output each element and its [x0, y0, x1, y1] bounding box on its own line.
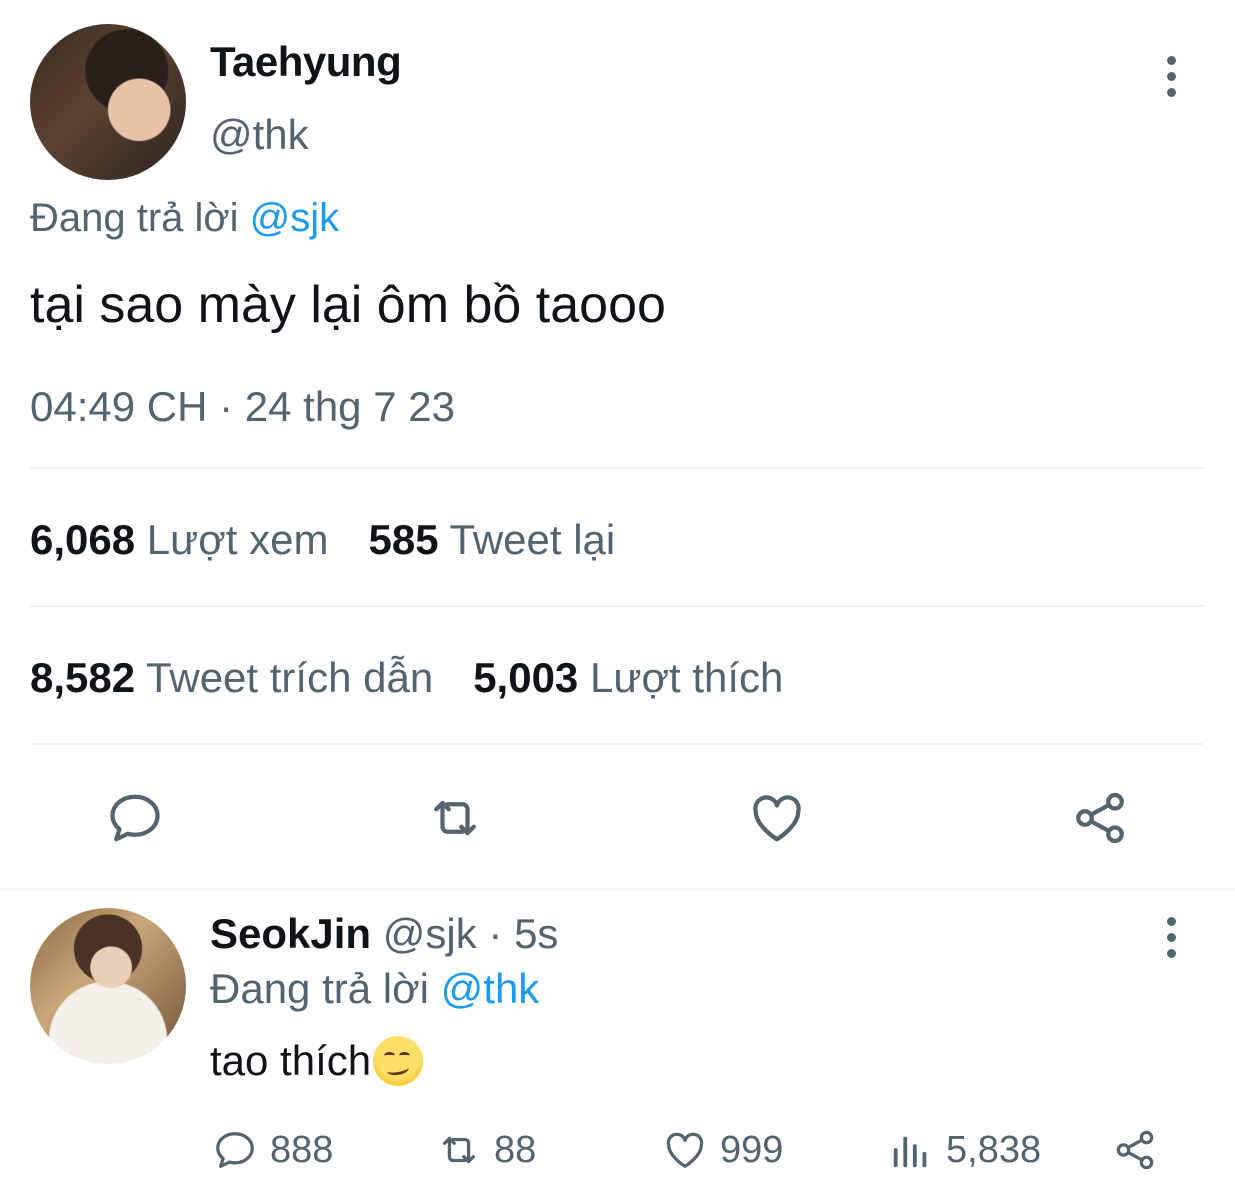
retweet-count: 88: [494, 1128, 537, 1171]
quotes-stat[interactable]: 8,582 Tweet trích dẫn: [30, 654, 433, 701]
reply-icon[interactable]: [105, 788, 165, 848]
like-action[interactable]: 999: [662, 1127, 783, 1173]
display-name[interactable]: Taehyung: [210, 38, 402, 86]
avatar-taehyung[interactable]: [30, 24, 186, 180]
user-handle[interactable]: @thk: [210, 111, 309, 159]
views-label: Lượt xem: [146, 516, 329, 563]
like-icon[interactable]: [747, 788, 807, 848]
replying-to-label: Đang trả lời: [210, 965, 429, 1012]
user-handle[interactable]: @sjk: [383, 910, 477, 957]
likes-count: 5,003: [473, 654, 579, 701]
tweet-timestamp[interactable]: 04:49 CH · 24 thg 7 23: [30, 383, 455, 431]
retweets-stat[interactable]: 585 Tweet lại: [368, 516, 615, 563]
views-action[interactable]: 5,838: [888, 1127, 1041, 1173]
share-icon: [1116, 1130, 1154, 1170]
divider: [30, 743, 1204, 745]
more-options-icon[interactable]: [1165, 917, 1177, 958]
quotes-count: 8,582: [30, 654, 136, 701]
reply-action[interactable]: 888: [212, 1127, 333, 1173]
display-name[interactable]: SeokJin: [210, 910, 371, 957]
time-ago[interactable]: 5s: [514, 910, 558, 957]
retweet-icon: [442, 1136, 476, 1164]
stats-row-views-retweets: 6,068 Lượt xem 585 Tweet lại: [30, 516, 615, 564]
tweet-text-content: tao thích: [210, 1037, 372, 1084]
replying-to-label: Đang trả lời: [30, 196, 239, 240]
reply-header: SeokJin @sjk · 5s: [210, 910, 558, 958]
retweets-count: 585: [368, 516, 439, 563]
views-stat[interactable]: 6,068 Lượt xem: [30, 516, 328, 563]
reply-count: 888: [270, 1128, 334, 1171]
replying-to-link[interactable]: @sjk: [250, 196, 340, 240]
divider: [30, 467, 1204, 469]
divider: [30, 605, 1204, 607]
smirking-face-emoji-icon: [373, 1036, 424, 1086]
tweet-text: tại sao mày lại ôm bồ taooo: [30, 276, 666, 334]
quotes-label: Tweet trích dẫn: [146, 654, 434, 701]
likes-stat[interactable]: 5,003 Lượt thích: [473, 654, 783, 701]
share-action[interactable]: [1112, 1127, 1158, 1173]
likes-label: Lượt thích: [589, 654, 784, 701]
tweet-text: tao thích: [210, 1036, 424, 1086]
analytics-icon: [893, 1136, 927, 1168]
like-count: 999: [720, 1128, 784, 1171]
thread-separator: [0, 888, 1235, 891]
views-count: 6,068: [30, 516, 136, 563]
replying-to: Đang trả lời @thk: [210, 965, 539, 1013]
retweet-icon[interactable]: [425, 788, 485, 848]
stats-row-quotes-likes: 8,582 Tweet trích dẫn 5,003 Lượt thích: [30, 654, 783, 702]
retweet-action[interactable]: 88: [436, 1127, 536, 1173]
more-options-icon[interactable]: [1165, 56, 1177, 97]
replying-to: Đang trả lời @sjk: [30, 196, 339, 241]
retweets-label: Tweet lại: [449, 516, 616, 563]
share-icon[interactable]: [1070, 788, 1130, 848]
like-icon: [666, 1132, 704, 1168]
replying-to-link[interactable]: @thk: [441, 965, 540, 1012]
views-count: 5,838: [946, 1128, 1042, 1171]
avatar-seokjin[interactable]: [30, 908, 186, 1064]
reply-icon: [216, 1132, 254, 1168]
dot-separator: ·: [488, 910, 503, 957]
